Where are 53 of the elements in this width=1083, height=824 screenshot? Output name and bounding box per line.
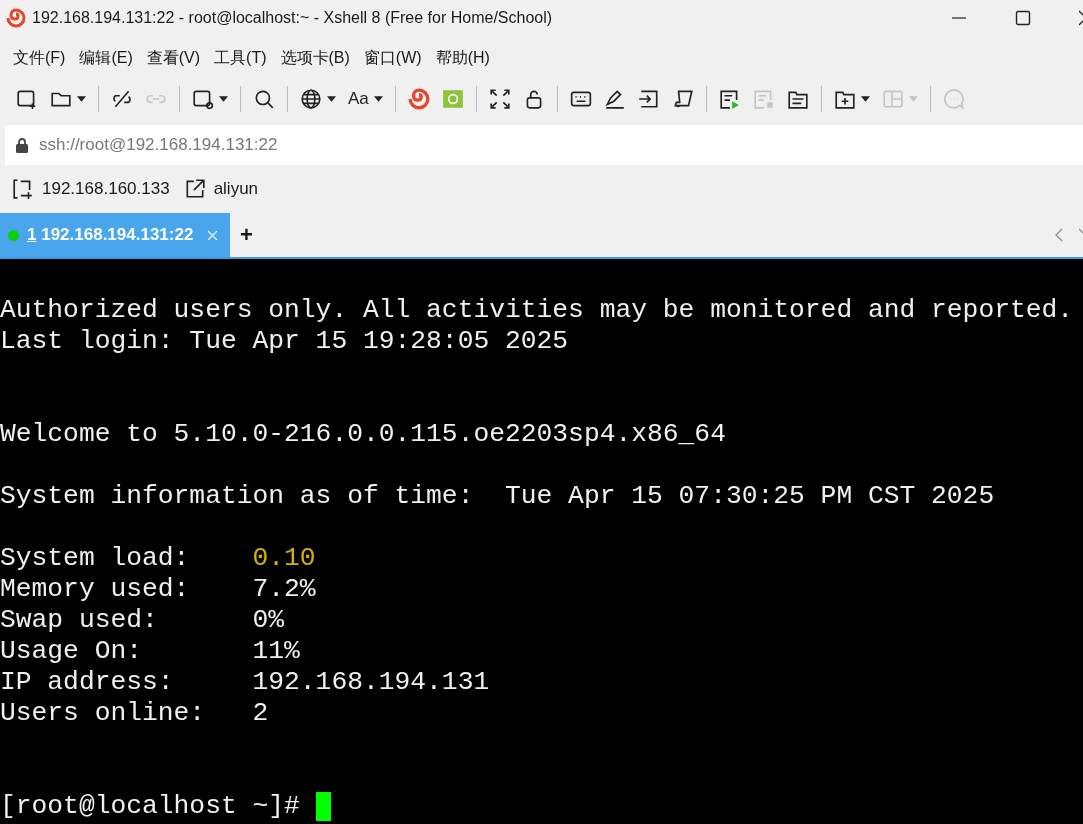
swirl-logo-icon <box>6 8 26 28</box>
menu-item[interactable]: 工具(T) <box>207 44 274 72</box>
close-icon[interactable] <box>1079 10 1083 26</box>
terminal-line: Users online: 2 <box>0 698 270 729</box>
new-tab-button[interactable]: + <box>230 222 263 248</box>
search-icon <box>253 88 275 110</box>
caret-icon <box>219 96 228 102</box>
caret-icon <box>908 96 918 102</box>
address-field[interactable]: ssh://root@192.168.194.131:22 <box>5 125 1083 165</box>
swirl-logo-icon <box>407 88 430 110</box>
window-title: 192.168.194.131:22 - root@localhost:~ - Xshell 8 (Free for Home/School) <box>32 9 553 27</box>
pen-icon <box>603 88 626 110</box>
cursor <box>315 792 331 821</box>
menu-item[interactable]: 文件(F) <box>6 44 73 72</box>
quick-link[interactable]: aliyun <box>183 178 259 200</box>
chevron-left-icon[interactable] <box>1055 228 1063 242</box>
menu-item[interactable]: 查看(V) <box>139 44 208 72</box>
fullscreen-icon <box>488 88 511 110</box>
menu-item[interactable]: 窗口(W) <box>356 44 429 72</box>
terminal-line: Usage On: 11% <box>0 636 301 667</box>
external-link-icon <box>183 178 206 200</box>
shell-prompt: [root@localhost ~]# <box>0 791 301 822</box>
caret-icon <box>373 96 383 102</box>
terminal-line: System load: 0.10 <box>0 543 317 574</box>
layout-icon <box>881 88 904 110</box>
maximize-icon[interactable] <box>1015 10 1031 26</box>
scroll-icon <box>671 88 694 110</box>
terminal-line: Memory used: 7.2% <box>0 574 317 605</box>
unlink-icon <box>111 88 133 110</box>
terminal-line: IP address: 192.168.194.131 <box>0 667 491 698</box>
menu-item[interactable]: 选项卡(B) <box>273 44 357 72</box>
terminal-line: Swap used: 0% <box>0 605 286 636</box>
terminal-line: Last login: Tue Apr 15 19:28:05 2025 <box>0 326 570 357</box>
terminal-line: Welcome to 5.10.0-216.0.0.115.oe2203sp4.x86_64 <box>0 419 727 450</box>
toolbar-button[interactable]: Aa <box>342 87 389 111</box>
caret-icon <box>77 96 86 102</box>
lock-icon <box>15 137 29 153</box>
terminal-line: Authorized users only. All activities may be monitored and reported. <box>0 295 1075 326</box>
caret-icon <box>860 96 870 102</box>
terminal-line: System information as of time: Tue Apr 15 07:30:25 PM CST 2025 <box>0 481 996 512</box>
caret-icon <box>327 96 336 102</box>
menu-item[interactable]: 帮助(H) <box>428 44 497 72</box>
menu-item[interactable]: 编辑(E) <box>72 44 140 72</box>
chat-icon <box>942 88 965 110</box>
new-session-icon <box>16 88 38 110</box>
quick-link[interactable]: 192.168.160.133 <box>12 178 170 200</box>
tab-label: 1 192.168.194.131:22 <box>27 225 194 245</box>
play-log-icon <box>718 88 741 110</box>
stop-log-icon <box>752 88 775 110</box>
new-session-icon <box>12 178 34 200</box>
square-logo-icon <box>441 88 464 110</box>
globe-icon <box>300 88 322 110</box>
enter-arrow-icon <box>637 88 660 110</box>
